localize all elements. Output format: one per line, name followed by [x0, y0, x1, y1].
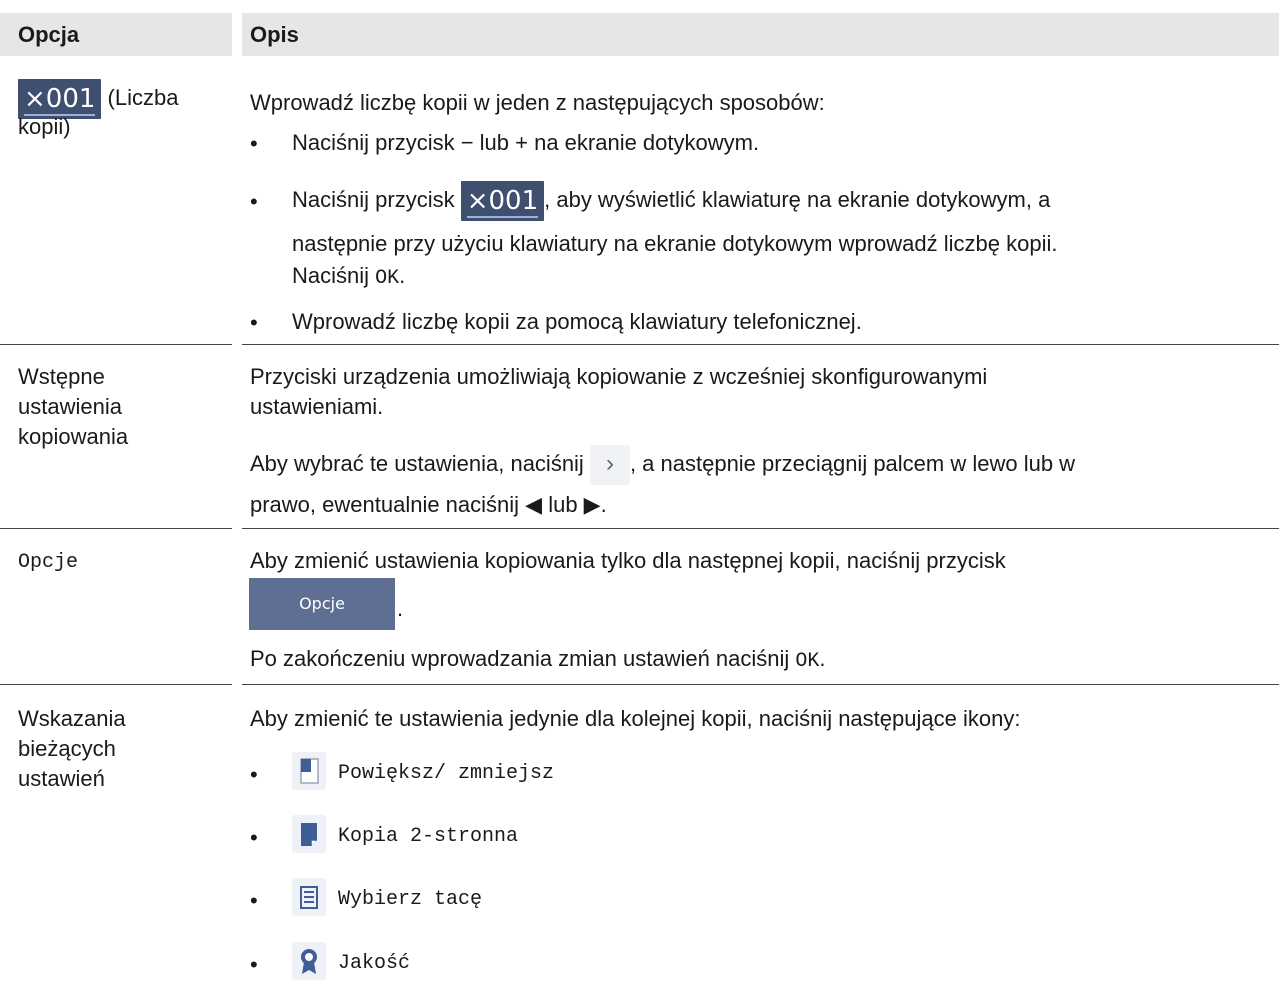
enlarge-reduce-icon	[292, 752, 326, 790]
row-divider-description	[242, 344, 1279, 345]
options-desc: Aby zmienić ustawienia kopiowania tylko …	[250, 548, 1006, 573]
quality-label: Jakość	[338, 952, 411, 975]
copy-presets-instructions-line2: prawo, ewentualnie naciśnij ◀ lub ▶.	[250, 492, 607, 517]
copy-presets-desc-line: ustawieniami.	[250, 394, 384, 419]
option-copies-label-line2: kopii)	[18, 114, 71, 139]
option-copy-presets-line: kopiowania	[18, 424, 129, 449]
two-sided-copy-label: Kopia 2-stronna	[338, 825, 519, 848]
option-current-settings-line: ustawień	[18, 766, 105, 791]
option-copy-presets-line: ustawienia	[18, 394, 122, 419]
bullet: •	[250, 952, 258, 977]
option-copies: ×001 (Liczba	[18, 78, 179, 120]
bullet: •	[250, 825, 258, 850]
options-confirm-text: Po zakończeniu wprowadzania zmian ustawi…	[250, 646, 796, 671]
copy-presets-instructions-text: Aby wybrać te ustawienia, naciśnij	[250, 451, 590, 476]
option-copy-presets: Wstępne ustawienia kopiowania	[18, 362, 128, 452]
copies-intro: Wprowadź liczbę kopii w jeden z następuj…	[250, 90, 825, 115]
copies-counter-icon: ×001	[460, 181, 545, 222]
bullet: •	[250, 888, 258, 913]
copies-method-1: Naciśnij przycisk − lub + na ekranie dot…	[292, 130, 760, 155]
option-copies-label: (Liczba	[101, 85, 179, 110]
copy-presets-instructions-text-cont: , a następnie przeciągnij palcem w lewo …	[629, 451, 1076, 476]
copies-method-2-line3-text: Naciśnij	[292, 263, 376, 288]
bullet: •	[250, 189, 258, 214]
current-settings-intro: Aby zmienić te ustawienia jedynie dla ko…	[250, 706, 1021, 731]
column-header-option: Opcja	[0, 13, 232, 56]
column-header-description: Opis	[242, 13, 1279, 56]
copy-presets-desc-line: Przyciski urządzenia umożliwiają kopiowa…	[250, 364, 988, 389]
bullet: •	[250, 762, 258, 787]
row-divider-option	[0, 344, 232, 345]
copies-method-2-line3: Naciśnij OK.	[292, 260, 405, 295]
row-divider-description	[242, 528, 1279, 529]
option-options: Opcje	[18, 551, 79, 574]
tray-select-label: Wybierz tacę	[338, 888, 483, 911]
copies-method-3: Wprowadź liczbę kopii za pomocą klawiatu…	[292, 309, 862, 334]
copies-method-2-text-cont: , aby wyświetlić klawiaturę na ekranie d…	[544, 187, 1051, 212]
copies-method-2-text: Naciśnij przycisk	[292, 187, 461, 212]
row-divider-description	[242, 684, 1279, 685]
period: .	[399, 263, 406, 288]
period: .	[397, 596, 404, 621]
two-sided-copy-icon	[292, 815, 326, 853]
ok-key-label: OK	[375, 267, 400, 290]
quality-icon	[292, 942, 326, 980]
option-current-settings: Wskazania bieżących ustawień	[18, 704, 126, 794]
enlarge-reduce-label: Powiększ/ zmniejsz	[338, 762, 555, 785]
option-current-settings-line: bieżących	[18, 736, 116, 761]
row-divider-option	[0, 528, 232, 529]
ok-key-label: OK	[795, 650, 820, 673]
bullet: •	[250, 310, 258, 335]
period: .	[819, 646, 826, 671]
option-current-settings-line: Wskazania	[18, 706, 126, 731]
bullet: •	[250, 131, 258, 156]
options-confirm: Po zakończeniu wprowadzania zmian ustawi…	[250, 646, 826, 673]
copies-method-2: Naciśnij przycisk ×001, aby wyświetlić k…	[292, 180, 1051, 222]
copy-presets-desc: Przyciski urządzenia umożliwiają kopiowa…	[250, 362, 987, 422]
option-copy-presets-line: Wstępne	[18, 364, 105, 389]
chevron-right-icon: ›	[589, 445, 630, 486]
tray-select-icon	[292, 878, 326, 916]
copy-presets-instructions: Aby wybrać te ustawienia, naciśnij ›, a …	[250, 444, 1076, 486]
options-button-image: Opcje	[249, 578, 395, 630]
row-divider-option	[0, 684, 232, 685]
copies-method-2-line2: następnie przy użyciu klawiatury na ekra…	[292, 231, 1058, 256]
